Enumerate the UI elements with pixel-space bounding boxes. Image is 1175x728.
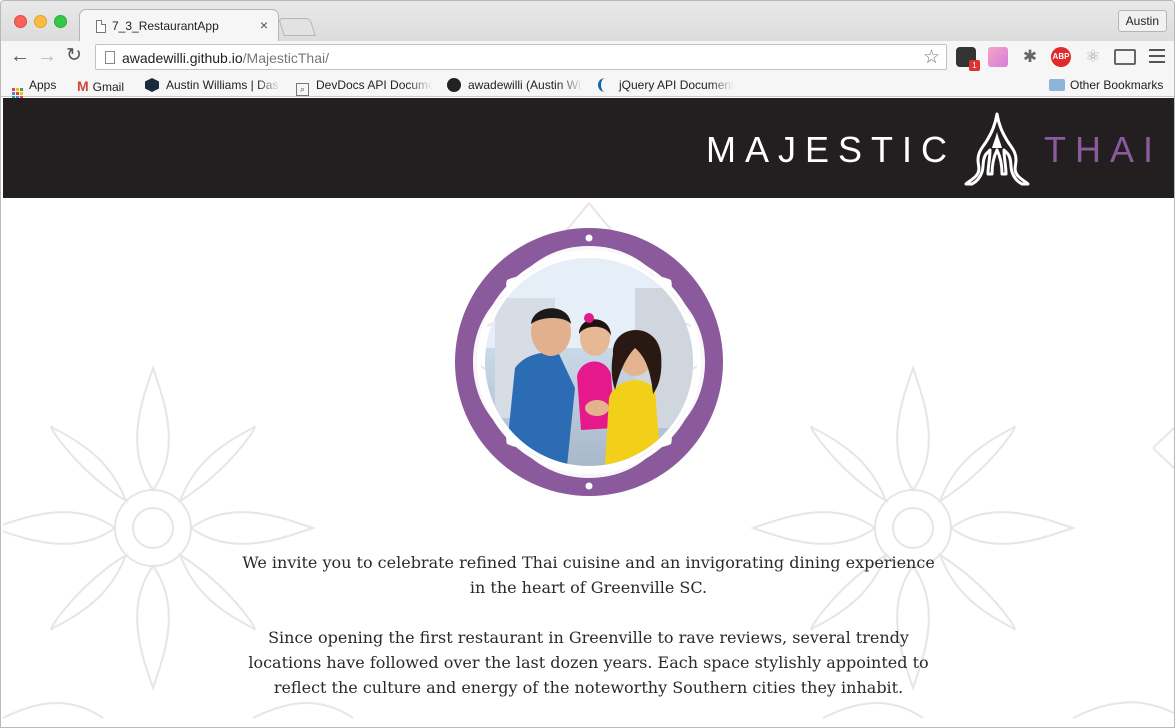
folder-icon (1049, 79, 1065, 91)
tab-close-icon[interactable]: × (260, 17, 268, 33)
maximize-window-button[interactable] (54, 15, 67, 28)
menu-icon[interactable] (1149, 49, 1165, 63)
browser-window: 7_3_RestaurantApp × Austin ← → ↻ awadewi… (0, 0, 1175, 728)
hexagon-icon (145, 78, 159, 92)
family-photo-illustration (485, 258, 693, 466)
cast-icon[interactable] (1114, 49, 1136, 65)
intro-paragraph: We invite you to celebrate refined Thai … (3, 550, 1174, 600)
react-icon[interactable]: ⚛ (1083, 47, 1103, 67)
bookmark-star-icon[interactable]: ☆ (923, 46, 940, 69)
profile-button[interactable]: Austin (1117, 10, 1167, 32)
logo-word-thai: THAI (1043, 129, 1162, 170)
intro-line-2: in the heart of Greenville SC. (469, 578, 708, 597)
bookmark-label: Apps (29, 78, 57, 92)
github-icon (447, 78, 461, 92)
about-paragraph: Since opening the first restaurant in Gr… (3, 625, 1174, 700)
bookmark-jquery[interactable]: jQuery API Document (598, 78, 734, 92)
forward-button[interactable]: → (37, 46, 57, 66)
about-line-3: reflect the culture and energy of the no… (273, 678, 904, 697)
url-path: /MajesticThai/ (242, 50, 329, 66)
bookmark-devdocs[interactable]: ⌕ DevDocs API Docume (296, 78, 432, 96)
close-window-button[interactable] (14, 15, 27, 28)
bookmark-austin-williams[interactable]: Austin Williams | Das (145, 78, 281, 92)
gmail-icon: M (77, 78, 89, 94)
back-button[interactable]: ← (10, 46, 30, 66)
bookmark-other-folder[interactable]: Other Bookmarks (1049, 78, 1163, 92)
about-line-1: Since opening the first restaurant in Gr… (268, 628, 909, 647)
jquery-icon (598, 78, 612, 92)
reload-button[interactable]: ↻ (66, 46, 82, 66)
bug-icon[interactable]: ✱ (1020, 47, 1040, 67)
bookmark-github[interactable]: awadewilli (Austin Wi (447, 78, 583, 92)
intro-line-1: We invite you to celebrate refined Thai … (242, 553, 935, 572)
temple-spire-icon (964, 112, 1030, 186)
tab-active[interactable]: 7_3_RestaurantApp × (79, 9, 279, 42)
document-icon (96, 20, 106, 33)
family-photo (485, 258, 693, 466)
logo-word-majestic: MAJESTIC (705, 129, 956, 170)
bookmarks-bar: Apps M Gmail Austin Williams | Das ⌕ DevDo… (1, 73, 1174, 99)
address-bar[interactable]: awadewilli.github.io/MajesticThai/ ☆ (95, 44, 947, 70)
adblock-icon[interactable]: ABP (1051, 47, 1071, 67)
minimize-window-button[interactable] (34, 15, 47, 28)
site-logo[interactable]: MAJESTIC THAI (706, 112, 1162, 188)
about-line-2: locations have followed over the last do… (248, 653, 929, 672)
tab-title: 7_3_RestaurantApp (112, 19, 219, 33)
new-tab-button[interactable] (278, 18, 316, 36)
devdocs-icon: ⌕ (296, 83, 309, 96)
bookmark-gmail[interactable]: M Gmail (77, 78, 124, 94)
bookmark-label: Gmail (92, 80, 125, 94)
site-header: MAJESTIC THAI (3, 98, 1174, 198)
pocket-icon[interactable]: 1 (956, 47, 980, 71)
url-text[interactable]: awadewilli.github.io/MajesticThai/ (122, 50, 329, 66)
extension-badge: 1 (969, 60, 980, 71)
tab-strip: 7_3_RestaurantApp × Austin (1, 1, 1174, 42)
web-page: MAJESTIC THAI We invite you to celebrate… (3, 98, 1174, 727)
bookmark-label: Other Bookmarks (1070, 78, 1164, 92)
palette-icon[interactable] (988, 47, 1008, 67)
page-icon (105, 51, 115, 64)
bookmark-apps[interactable]: Apps (12, 78, 56, 99)
url-host: awadewilli.github.io (122, 50, 243, 66)
